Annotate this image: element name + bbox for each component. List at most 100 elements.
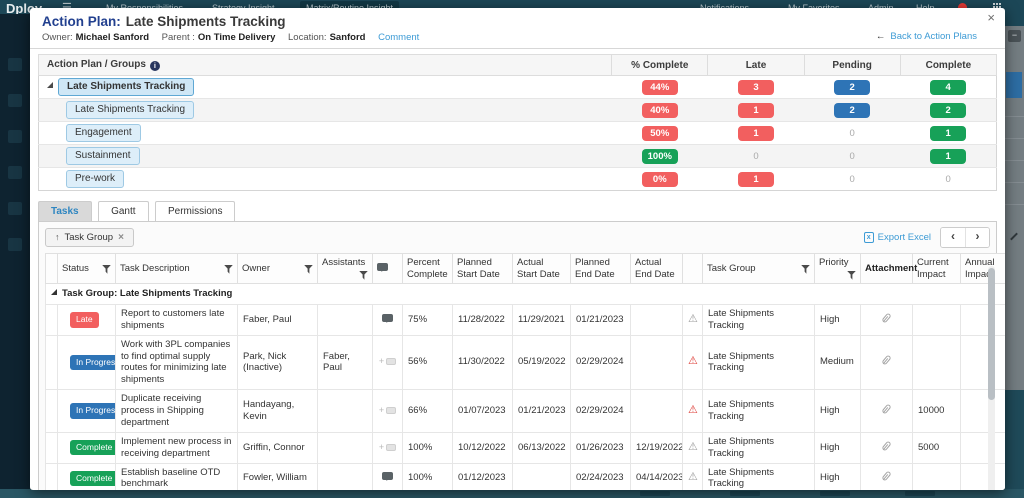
comment-cell[interactable] xyxy=(373,463,403,490)
scrollbar-thumb[interactable] xyxy=(988,268,995,400)
col-label: Actual Start Date xyxy=(517,257,560,279)
planned-end-cell: 01/21/2023 xyxy=(571,304,631,335)
col-label: Attachment xyxy=(865,263,917,274)
comment-cell[interactable] xyxy=(373,390,403,433)
col-header-task-group[interactable]: Task Group xyxy=(703,254,815,284)
background-page-edge: − xyxy=(1005,26,1024,390)
pct-cell: 50% xyxy=(612,122,708,145)
apps-grid-icon[interactable] xyxy=(993,3,995,5)
current-impact-cell xyxy=(913,463,961,490)
plus-icon xyxy=(379,405,384,415)
late-value: 1 xyxy=(738,103,774,118)
location-value: Sanford xyxy=(330,32,366,43)
current-impact-cell-value: 10000 xyxy=(918,405,944,416)
attachment-cell[interactable] xyxy=(861,390,913,433)
assistants-cell xyxy=(318,304,373,335)
attachment-cell[interactable] xyxy=(861,335,913,390)
pct-value: 44% xyxy=(642,80,678,95)
col-label: Task Description xyxy=(120,263,190,274)
col-header-owner[interactable]: Owner xyxy=(238,254,318,284)
comment-link[interactable]: Comment xyxy=(378,32,419,43)
filter-icon[interactable] xyxy=(224,265,233,274)
status-cell: Late xyxy=(58,304,116,335)
back-to-action-plans-link[interactable]: Back to Action Plans xyxy=(876,31,977,42)
task-group-cell-value: Late Shipments Tracking xyxy=(708,351,774,374)
filter-icon[interactable] xyxy=(102,265,111,274)
col-header-planned-start-date: Planned Start Date xyxy=(453,254,513,284)
modal-header: Action Plan:Late Shipments Tracking Owne… xyxy=(30,8,1005,49)
vertical-scrollbar[interactable] xyxy=(988,266,995,490)
percent-complete-value: 66% xyxy=(408,405,427,416)
comment-icon[interactable] xyxy=(382,314,393,322)
tab-gantt[interactable]: Gantt xyxy=(98,201,148,222)
complete-value: 1 xyxy=(930,149,966,164)
pct-cell: 0% xyxy=(612,168,708,191)
actual-start-cell: 11/29/2021 xyxy=(513,304,571,335)
pending-header: Pending xyxy=(804,55,900,76)
actual-start-cell: 01/21/2023 xyxy=(513,390,571,433)
col-header-attachment: Attachment xyxy=(861,254,913,284)
group-name-chip[interactable]: Late Shipments Tracking xyxy=(66,101,194,119)
filter-icon[interactable] xyxy=(801,265,810,274)
info-icon[interactable] xyxy=(150,61,160,71)
complete-cell: 0 xyxy=(900,168,996,191)
tab-permissions[interactable]: Permissions xyxy=(155,201,235,222)
task-group-filter-chip[interactable]: Task Group xyxy=(45,228,134,247)
col-header-task-description[interactable]: Task Description xyxy=(116,254,238,284)
col-header-priority[interactable]: Priority xyxy=(815,254,861,284)
filter-icon[interactable] xyxy=(359,271,368,280)
group-name-chip[interactable]: Engagement xyxy=(66,124,141,142)
tab-strip: Tasks Gantt Permissions xyxy=(38,200,997,221)
status-badge: Late xyxy=(70,312,99,328)
group-row: Pre-work0%100 xyxy=(39,168,997,191)
remove-filter-icon[interactable] xyxy=(118,232,124,243)
parent-label: Parent : xyxy=(162,32,195,43)
paperclip-icon[interactable] xyxy=(881,471,891,482)
attachment-cell[interactable] xyxy=(861,432,913,463)
task-group-label: Task Group: Late Shipments Tracking xyxy=(62,288,232,299)
paperclip-icon[interactable] xyxy=(881,440,891,451)
paperclip-icon[interactable] xyxy=(881,355,891,366)
complete-value: 2 xyxy=(930,103,966,118)
late-header: Late xyxy=(708,55,804,76)
add-comment-icon[interactable] xyxy=(379,356,396,367)
comment-cell[interactable] xyxy=(373,304,403,335)
export-excel-link[interactable]: Export Excel xyxy=(864,232,931,243)
group-name-chip[interactable]: Sustainment xyxy=(66,147,140,165)
attachment-cell[interactable] xyxy=(861,463,913,490)
groups-table-body: Late Shipments Tracking44%324Late Shipme… xyxy=(39,76,997,191)
add-comment-icon[interactable] xyxy=(379,442,396,453)
plus-icon xyxy=(379,356,384,366)
comment-cell[interactable] xyxy=(373,335,403,390)
planned-start-cell: 01/12/2023 xyxy=(453,463,513,490)
comment-cell[interactable] xyxy=(373,432,403,463)
comment-icon[interactable] xyxy=(382,472,393,480)
current-impact-cell xyxy=(913,304,961,335)
planned-end-cell-value: 02/24/2023 xyxy=(576,472,624,483)
collapse-icon[interactable] xyxy=(51,289,57,295)
filter-icon[interactable] xyxy=(847,271,856,280)
planned-end-cell-value: 02/29/2024 xyxy=(576,405,624,416)
add-comment-icon[interactable] xyxy=(379,405,396,416)
collapse-icon[interactable] xyxy=(47,82,53,88)
warning-cell xyxy=(683,432,703,463)
col-header-status[interactable]: Status xyxy=(58,254,116,284)
percent-complete-cell: 56% xyxy=(403,335,453,390)
prev-page-button[interactable] xyxy=(941,228,965,247)
pct-value: 0% xyxy=(642,172,678,187)
collapse-button[interactable]: − xyxy=(1008,30,1021,42)
pending-cell: 2 xyxy=(804,76,900,99)
next-page-button[interactable] xyxy=(965,228,989,247)
close-icon[interactable] xyxy=(987,11,995,24)
tab-tasks[interactable]: Tasks xyxy=(38,201,92,222)
paperclip-icon[interactable] xyxy=(881,404,891,415)
group-name-chip[interactable]: Late Shipments Tracking xyxy=(58,78,194,96)
owner-cell-text: Fowler, William xyxy=(243,472,307,483)
group-name-cell: Sustainment xyxy=(39,145,612,168)
paperclip-icon[interactable] xyxy=(881,312,891,323)
group-name-chip[interactable]: Pre-work xyxy=(66,170,124,188)
col-header-assistants[interactable]: Assistants xyxy=(318,254,373,284)
task-description-cell: Work with 3PL companies to find optimal … xyxy=(116,335,238,390)
filter-icon[interactable] xyxy=(304,265,313,274)
attachment-cell[interactable] xyxy=(861,304,913,335)
